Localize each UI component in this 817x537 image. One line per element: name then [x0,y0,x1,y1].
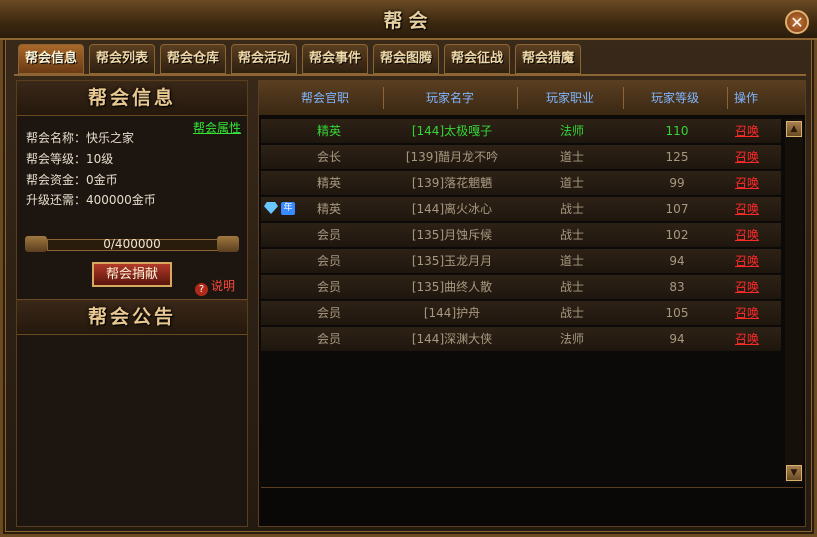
member-rank: 会长 [316,150,341,164]
guild-info-header: 帮会信息 [17,81,247,116]
vip-badge: 年 [264,201,300,217]
member-table-header: 帮会官职 玩家名字 玩家职业 玩家等级 操作 [259,81,805,115]
col-action: 操作 [733,91,758,105]
member-level: 102 [665,228,689,242]
summon-link[interactable]: 召唤 [719,327,775,351]
arrow-up-icon[interactable]: ▲ [786,121,802,137]
member-name: [139]醋月龙不吟 [405,150,499,164]
guild-info-panel: 帮会信息 帮会属性 帮会名称：快乐之家 帮会等级：10级 帮会资金：0金币 升级… [16,80,248,527]
help-link[interactable]: ? 说明 [195,277,235,296]
summon-link[interactable]: 召唤 [719,301,775,325]
member-rank: 精英 [316,176,341,190]
member-job: 法师 [559,332,584,346]
member-rank: 会员 [316,306,341,320]
member-level: 125 [665,150,689,164]
member-panel: 帮会官职 玩家名字 玩家职业 玩家等级 操作 精英 [144]太极嘎子 法师 110 召… [258,80,806,527]
guild-funds: 帮会资金：0金币 [26,173,118,187]
col-job: 玩家职业 [545,91,594,105]
member-job: 战士 [559,202,584,216]
table-row[interactable]: 会员 [144]深渊大侠 法师 94 召唤 [261,327,781,353]
tab-guild-events[interactable]: 帮会事件 [302,44,368,74]
guild-attributes-link[interactable]: 帮会属性 [193,119,241,136]
table-row[interactable]: 会员 [135]月蚀斥候 战士 102 召唤 [261,223,781,249]
table-row[interactable]: 精英 [139]落花魍魉 道士 99 召唤 [261,171,781,197]
col-level: 玩家等级 [650,91,699,105]
summon-link[interactable]: 召唤 [719,223,775,247]
guild-name: 帮会名称：快乐之家 [26,131,135,145]
tab-guild-hunt[interactable]: 帮会猎魔 [515,44,581,74]
donate-button[interactable]: 帮会捐献 [92,262,172,287]
member-rank: 会员 [316,332,341,346]
member-level: 99 [669,176,685,190]
summon-link[interactable]: 召唤 [719,145,775,169]
table-row[interactable]: 精英 [144]太极嘎子 法师 110 召唤 [261,119,781,145]
table-row[interactable]: 会员 [135]曲终人散 战士 83 召唤 [261,275,781,301]
tab-guild-war[interactable]: 帮会征战 [444,44,510,74]
scrollbar[interactable]: ▲ ▼ [785,119,803,483]
table-row[interactable]: 会员 [144]护舟 战士 105 召唤 [261,301,781,327]
member-name: [139]落花魍魉 [411,176,493,190]
member-level: 94 [669,332,685,346]
member-job: 道士 [559,176,584,190]
arrow-down-icon[interactable]: ▼ [786,465,802,481]
title-bar[interactable]: 帮会 ✕ [0,0,817,40]
member-level: 110 [665,124,689,138]
member-job: 道士 [559,254,584,268]
tab-guild-totem[interactable]: 帮会图腾 [373,44,439,74]
diamond-icon [264,202,278,214]
member-level: 105 [665,306,689,320]
member-job: 法师 [559,124,584,138]
member-job: 战士 [559,228,584,242]
member-rank: 精英 [316,124,341,138]
tab-guild-activity[interactable]: 帮会活动 [231,44,297,74]
member-job: 道士 [559,150,584,164]
member-name: [144]护舟 [423,306,481,320]
member-rank: 会员 [316,280,341,294]
member-name: [135]曲终人散 [411,280,493,294]
member-name: [144]太极嘎子 [411,124,493,138]
table-row[interactable]: 精英 [144]离火冰心 战士 107 召唤年 [261,197,781,223]
member-level: 83 [669,280,685,294]
member-job: 战士 [559,280,584,294]
guild-notice-title: 帮会公告 [87,306,176,328]
window-title: 帮会 [383,10,434,32]
close-icon[interactable]: ✕ [785,10,809,34]
tab-guild-warehouse[interactable]: 帮会仓库 [160,44,226,74]
summon-link[interactable]: 召唤 [719,275,775,299]
member-job: 战士 [559,306,584,320]
member-level: 94 [669,254,685,268]
guild-info-title: 帮会信息 [87,87,176,109]
summon-link[interactable]: 召唤 [719,249,775,273]
col-rank: 帮会官职 [300,91,349,105]
member-name: [135]玉龙月月 [411,254,493,268]
notice-text-area[interactable] [261,487,803,526]
guild-notice-header: 帮会公告 [17,299,247,335]
member-name: [144]离火冰心 [411,202,493,216]
guild-level: 帮会等级：10级 [26,152,114,166]
tab-guild-info[interactable]: 帮会信息 [18,44,84,74]
tab-guild-list[interactable]: 帮会列表 [89,44,155,74]
help-label: 说明 [211,279,236,293]
summon-link[interactable]: 召唤 [719,119,775,143]
guild-progress-bar: 0/400000 [25,236,239,252]
col-name: 玩家名字 [425,91,474,105]
member-level: 107 [665,202,689,216]
year-badge: 年 [281,202,295,215]
summon-link[interactable]: 召唤 [719,197,775,221]
member-name: [144]深渊大侠 [411,332,493,346]
progress-text: 0/400000 [103,237,161,251]
tab-divider [14,74,806,76]
table-row[interactable]: 会长 [139]醋月龙不吟 道士 125 召唤 [261,145,781,171]
table-row[interactable]: 会员 [135]玉龙月月 道士 94 召唤 [261,249,781,275]
question-icon: ? [195,283,208,296]
member-rank: 会员 [316,228,341,242]
member-rank: 会员 [316,254,341,268]
guild-upgrade-cost: 升级还需：400000金币 [26,193,156,207]
summon-link[interactable]: 召唤 [719,171,775,195]
member-name: [135]月蚀斥候 [411,228,493,242]
